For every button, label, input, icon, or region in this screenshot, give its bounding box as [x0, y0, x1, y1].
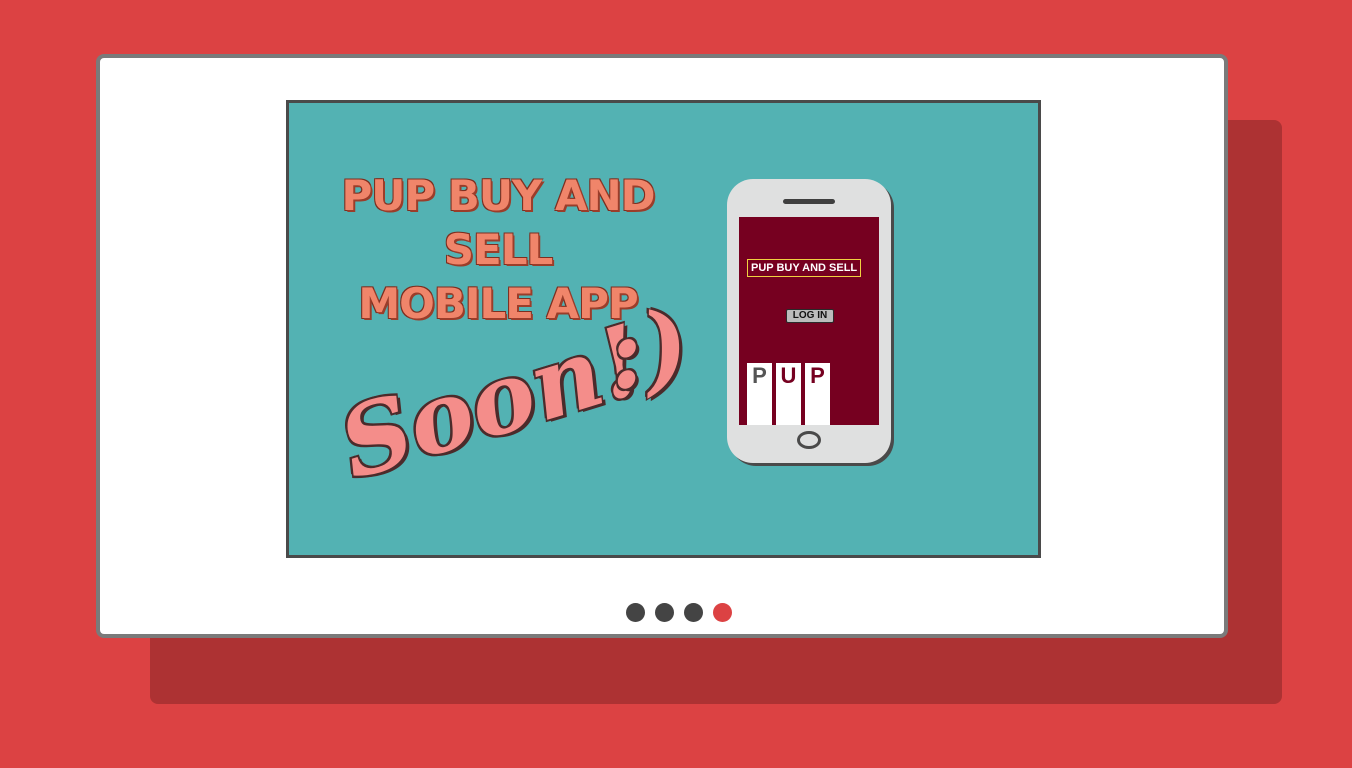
pup-logo-letter-p1: P: [747, 363, 772, 425]
slide-pager: [626, 603, 732, 622]
pup-logo-letter-p2: P: [805, 363, 830, 425]
slide-image: PUP BUY AND SELL MOBILE APP Soon! :) PUP…: [286, 100, 1041, 558]
headline-line-1: PUP BUY AND SELL: [341, 171, 656, 274]
pager-dot-4-active[interactable]: [713, 603, 732, 622]
pager-dot-2[interactable]: [655, 603, 674, 622]
login-button: LOG IN: [786, 309, 834, 323]
pager-dot-1[interactable]: [626, 603, 645, 622]
pager-dot-3[interactable]: [684, 603, 703, 622]
pup-logo-letter-u: U: [776, 363, 801, 425]
phone-screen: PUP BUY AND SELL LOG IN P U P: [739, 217, 879, 425]
slideshow-card: PUP BUY AND SELL MOBILE APP Soon! :) PUP…: [96, 54, 1228, 638]
phone-illustration: PUP BUY AND SELL LOG IN P U P: [727, 179, 891, 463]
app-title: PUP BUY AND SELL: [747, 259, 862, 277]
phone-speaker: [783, 199, 835, 204]
phone-home-button: [797, 431, 821, 449]
